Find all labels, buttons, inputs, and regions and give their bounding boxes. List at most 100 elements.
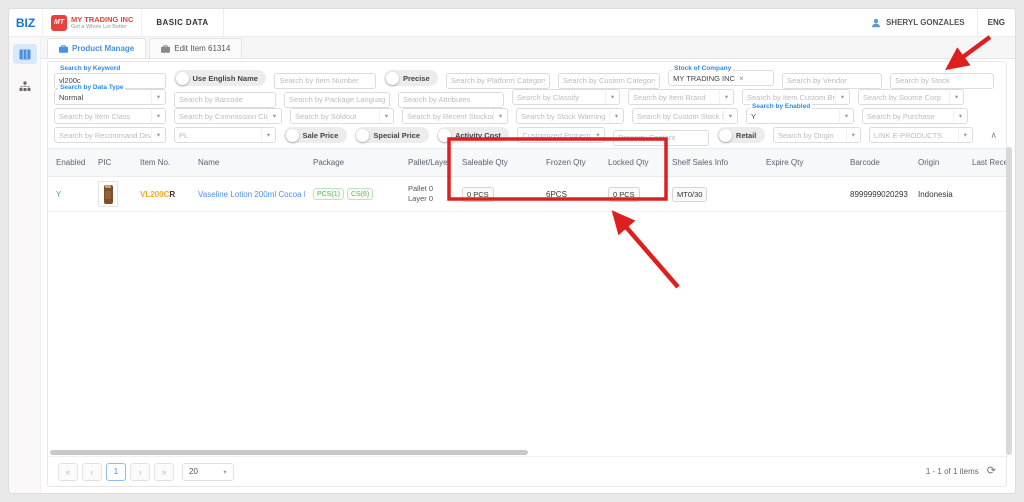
first-page-button[interactable]: «: [58, 463, 78, 481]
chevron-down-icon: ▾: [839, 109, 853, 123]
col-origin: Origin: [910, 149, 964, 177]
language-selector[interactable]: ENG: [977, 9, 1015, 36]
use-english-name-toggle[interactable]: Use English Name: [174, 70, 266, 86]
custom-stock-safety-limit-select[interactable]: Search by Custom Stock Safety Limit▾: [632, 108, 738, 124]
chevron-down-icon: ▾: [267, 109, 281, 123]
chevron-down-icon: ▾: [723, 109, 737, 123]
next-page-icon: ›: [139, 467, 142, 477]
prev-page-icon: ‹: [91, 467, 94, 477]
page-size-select[interactable]: 20 ▾: [182, 463, 234, 481]
tab-edit-item[interactable]: Edit Item 61314: [149, 38, 242, 58]
pl-select[interactable]: PL▾: [174, 127, 276, 143]
briefcase-icon: [161, 45, 170, 53]
cell-saleable-qty: 0 PCS: [454, 177, 538, 212]
cell-item-no: VL200CR: [132, 177, 190, 212]
user-name: SHERYL GONZALES: [886, 18, 965, 27]
vertical-scrollbar-thumb[interactable]: [1006, 147, 1012, 455]
filter-panel: Search by Keyword Use English Name Preci…: [48, 62, 1006, 148]
toggle-knob: [386, 72, 399, 85]
cell-shelf-sales-info: MT0/30: [664, 177, 758, 212]
app-window: BIZ MT MY TRADING INC Got a Whole Lot Be…: [8, 8, 1016, 494]
sale-price-toggle[interactable]: Sale Price: [284, 127, 347, 143]
sidebar-item-list[interactable]: [13, 44, 37, 64]
package-badge: CS(6): [347, 188, 373, 200]
data-type-label: Search by Data Type: [58, 85, 125, 92]
cell-pallet-layer: Pallet 0Layer 0: [400, 177, 454, 212]
package-badge: PCS(1): [313, 188, 344, 200]
col-item-no: Item No.: [132, 149, 190, 177]
last-page-icon: »: [161, 467, 166, 477]
soldout-select[interactable]: Search by Soldout▾: [290, 108, 394, 124]
close-icon[interactable]: ×: [739, 74, 744, 83]
results-table-wrap: Enabled PIC Item No. Name Package Pallet…: [48, 148, 1006, 449]
page-1-button[interactable]: 1: [106, 463, 126, 481]
col-last-receive: Last Receive: [964, 149, 1006, 177]
chevron-down-icon: ▾: [151, 128, 165, 142]
page-size-value: 20: [189, 467, 198, 476]
toggle-label: Precise: [403, 74, 437, 83]
biz-logo[interactable]: BIZ: [9, 9, 43, 36]
user-menu[interactable]: SHERYL GONZALES: [859, 9, 977, 36]
classify-select[interactable]: Search by Classify▾: [512, 89, 620, 105]
recommand-disabled-select[interactable]: Search by Recommand Disabled▾: [54, 127, 166, 143]
platform-category-input[interactable]: [446, 73, 550, 89]
chevron-down-icon: ▾: [958, 128, 972, 142]
cell-origin: Indonesia: [910, 177, 964, 212]
precise-toggle[interactable]: Precise: [384, 70, 438, 86]
chevron-down-icon: ▾: [493, 109, 507, 123]
sidebar-item-hierarchy[interactable]: [13, 76, 37, 96]
source-corp-select[interactable]: Search by Source Corp▾: [858, 89, 964, 105]
col-saleable-qty: Saleable Qty: [454, 149, 538, 177]
attributes-input[interactable]: [398, 92, 504, 108]
product-image[interactable]: [98, 181, 118, 207]
cell-locked-qty: 0 PCS: [600, 177, 664, 212]
item-class-select[interactable]: Search by Item Class▾: [54, 108, 166, 124]
stock-input[interactable]: [890, 73, 994, 89]
company-logo[interactable]: MT MY TRADING INC Got a Whole Lot Better: [43, 9, 142, 36]
origin-select[interactable]: Search by Origin▾: [773, 127, 861, 143]
vendor-input[interactable]: [782, 73, 882, 89]
saleable-qty-badge: 0 PCS: [462, 187, 494, 202]
package-language-input[interactable]: [284, 92, 390, 108]
first-page-icon: «: [65, 467, 70, 477]
toggle-knob: [719, 129, 732, 142]
module-tab-basic-data[interactable]: BASIC DATA: [142, 9, 223, 36]
chevron-down-icon: ▾: [846, 128, 860, 142]
user-icon: [871, 18, 881, 28]
refresh-icon[interactable]: ⟳: [987, 466, 996, 477]
col-expire-qty: Expire Qty: [758, 149, 842, 177]
custom-category-input[interactable]: [558, 73, 660, 89]
chevron-down-icon: ▾: [719, 90, 733, 104]
company-tagline: Got a Whole Lot Better: [71, 24, 133, 30]
recent-stockout-select[interactable]: Search by Recent Stockout▾: [402, 108, 508, 124]
col-name: Name: [190, 149, 305, 177]
link-e-products-select[interactable]: LINK E-PRODUCTS▾: [869, 127, 973, 143]
activity-cost-toggle[interactable]: Activity Cost: [437, 127, 510, 143]
chevron-down-icon: ▾: [590, 128, 604, 142]
barcode-input[interactable]: [174, 92, 276, 108]
page-tab-bar: Product Manage Edit Item 61314: [41, 37, 1015, 59]
item-brand-select[interactable]: Search by Item Brand▾: [628, 89, 734, 105]
customized-property-select[interactable]: Customized Property▾: [517, 127, 605, 143]
table-header-row: Enabled PIC Item No. Name Package Pallet…: [48, 149, 1006, 177]
stock-warning-select[interactable]: Search by Stock Warning▾: [516, 108, 624, 124]
horizontal-scrollbar-thumb[interactable]: [50, 450, 528, 455]
cell-last-receive: [964, 177, 1006, 212]
tab-product-manage[interactable]: Product Manage: [47, 38, 146, 58]
prev-page-button[interactable]: ‹: [82, 463, 102, 481]
next-page-button[interactable]: ›: [130, 463, 150, 481]
collapse-filters-button[interactable]: ∧: [990, 130, 1000, 141]
retail-toggle[interactable]: Retail: [717, 127, 764, 143]
purchase-select[interactable]: Search by Purchase▾: [862, 108, 968, 124]
item-number-input[interactable]: [274, 73, 376, 89]
col-package: Package: [305, 149, 400, 177]
item-name-link[interactable]: Vaseline Lotion 200ml Cocoa Radiant: [198, 190, 305, 199]
chevron-down-icon: ▾: [605, 90, 619, 104]
property-content-input[interactable]: [613, 130, 709, 146]
special-price-toggle[interactable]: Special Price: [355, 127, 429, 143]
commission-class-select[interactable]: Search by Commission Class▾: [174, 108, 282, 124]
col-enabled: Enabled: [48, 149, 90, 177]
keyword-label: Search by Keyword: [58, 66, 122, 73]
last-page-button[interactable]: »: [154, 463, 174, 481]
company-name: MY TRADING INC: [71, 15, 133, 24]
